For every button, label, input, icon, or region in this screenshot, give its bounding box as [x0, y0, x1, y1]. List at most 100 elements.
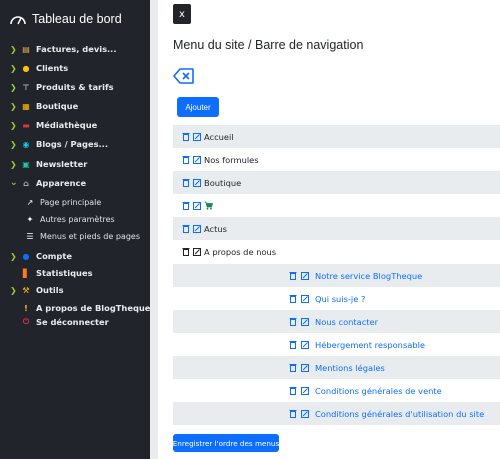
- chevron-right-icon: ❯: [10, 251, 17, 261]
- backspace-icon[interactable]: [173, 67, 195, 85]
- sidebar-item-label: Blogs / Pages...: [36, 139, 108, 149]
- submenu-item-link[interactable]: Nous contacter: [315, 317, 378, 327]
- sidebar-scrollbar[interactable]: [150, 0, 158, 459]
- trash-icon[interactable]: [289, 386, 297, 395]
- edit-icon[interactable]: [301, 409, 309, 418]
- submenu-item-link[interactable]: Conditions générales d'utilisation du si…: [315, 409, 484, 419]
- sidebar-item-label: Apparence: [36, 178, 87, 188]
- save-order-button[interactable]: Enregistrer l'ordre des menus: [173, 434, 279, 452]
- account-icon: ●: [22, 251, 30, 261]
- edit-icon[interactable]: [301, 340, 309, 349]
- edit-icon[interactable]: [193, 224, 201, 233]
- trash-icon[interactable]: [182, 155, 190, 164]
- menu-row: Accueil: [173, 125, 500, 148]
- edit-icon[interactable]: [301, 386, 309, 395]
- submenu-row: Conditions générales de vente: [173, 379, 500, 402]
- trash-icon[interactable]: [182, 201, 190, 210]
- dashboard-icon: [10, 16, 26, 25]
- stats-icon: ▋: [22, 268, 30, 278]
- chevron-right-icon: ❯: [10, 285, 17, 295]
- close-button[interactable]: x: [173, 4, 191, 24]
- edit-icon[interactable]: [301, 317, 309, 326]
- sidebar-item-label: Médiathèque: [36, 120, 98, 130]
- sidebar-subitem-label: Autres paramètres: [40, 214, 115, 224]
- menu-row: Actus: [173, 217, 500, 240]
- trash-icon[interactable]: [289, 409, 297, 418]
- menu-row: Boutique: [173, 171, 500, 194]
- edit-icon[interactable]: [193, 155, 201, 164]
- sidebar-item-newsletter[interactable]: ❯ ▣ Newsletter: [10, 157, 87, 171]
- home-icon: ⌂: [23, 178, 29, 188]
- submenu-item-link[interactable]: Notre service BlogTheque: [315, 271, 422, 281]
- sidebar-subitem-autres-parametres[interactable]: ✦ Autres paramètres: [24, 212, 115, 226]
- trash-icon[interactable]: [182, 224, 190, 233]
- sidebar-subitem-page-principale[interactable]: ↗ Page principale: [24, 195, 102, 209]
- sidebar-item-label: Factures, devis...: [36, 44, 117, 54]
- invoice-icon: ▤: [22, 44, 30, 54]
- trash-icon[interactable]: [289, 340, 297, 349]
- menu-item-label: Nos formules: [204, 154, 259, 165]
- chevron-right-icon: ❯: [10, 82, 17, 92]
- trash-icon[interactable]: [289, 317, 297, 326]
- sidebar-subitem-menus[interactable]: ☰ Menus et pieds de pages: [24, 229, 140, 243]
- sidebar: Tableau de bord ❯ ▤ Factures, devis... ❯…: [0, 0, 150, 459]
- menu-item-label: A propos de nous: [204, 246, 277, 257]
- tools-icon: ⚒: [22, 285, 30, 295]
- trash-icon[interactable]: [289, 363, 297, 372]
- sidebar-item-clients[interactable]: ❯ ● Clients: [10, 61, 68, 75]
- page-title: Menu du site / Barre de navigation: [173, 38, 364, 52]
- sidebar-item-outils[interactable]: ❯ ⚒ Outils: [10, 283, 64, 297]
- info-icon: !: [24, 303, 28, 313]
- chevron-right-icon: ❯: [10, 63, 17, 73]
- edit-icon[interactable]: [301, 271, 309, 280]
- power-icon: ⏻: [22, 317, 30, 326]
- edit-icon[interactable]: [193, 247, 201, 256]
- submenu-row: Qui suis-je ?: [173, 287, 500, 310]
- submenu-item-link[interactable]: Qui suis-je ?: [315, 294, 365, 304]
- pointer-icon: ↗: [26, 197, 34, 207]
- newsletter-icon: ▣: [22, 159, 30, 169]
- sidebar-item-produits[interactable]: ❯ ⊤ Produits & tarifs: [10, 80, 114, 94]
- trash-icon[interactable]: [182, 132, 190, 141]
- edit-icon[interactable]: [193, 201, 201, 210]
- sidebar-item-label: Newsletter: [36, 159, 88, 169]
- edit-icon[interactable]: [193, 178, 201, 187]
- sidebar-item-label: Clients: [36, 63, 69, 73]
- sidebar-item-compte[interactable]: ❯ ● Compte: [10, 249, 72, 263]
- trash-icon[interactable]: [182, 247, 190, 256]
- chevron-right-icon: ❯: [10, 120, 17, 130]
- menu-item-label: Boutique: [204, 177, 242, 188]
- sidebar-item-label: A propos de BlogTheque: [36, 303, 151, 313]
- sidebar-subitem-label: Page principale: [40, 197, 102, 207]
- sidebar-item-factures[interactable]: ❯ ▤ Factures, devis...: [10, 42, 116, 56]
- sidebar-item-blogs[interactable]: ❯ ◉ Blogs / Pages...: [10, 137, 108, 151]
- sidebar-item-apropos[interactable]: ! A propos de BlogTheque: [10, 301, 150, 315]
- submenu-row: Nous contacter: [173, 310, 500, 333]
- app-window: Tableau de bord ❯ ▤ Factures, devis... ❯…: [0, 0, 500, 459]
- sidebar-item-label: Se déconnecter: [36, 317, 109, 327]
- submenu-item-link[interactable]: Mentions légales: [315, 363, 385, 373]
- submenu-row: Hébergement responsable: [173, 333, 500, 356]
- menu-item-label: Accueil: [204, 131, 234, 142]
- chevron-down-icon: ⌄: [10, 178, 18, 188]
- edit-icon[interactable]: [301, 294, 309, 303]
- add-button[interactable]: Ajouter: [177, 97, 219, 117]
- sidebar-item-statistiques[interactable]: ▋ Statistiques: [10, 266, 93, 280]
- sidebar-item-apparence[interactable]: ⌄ ⌂ Apparence: [10, 176, 86, 190]
- trash-icon[interactable]: [182, 178, 190, 187]
- menu-row: Nos formules: [173, 148, 500, 171]
- chevron-right-icon: ❯: [10, 139, 17, 149]
- submenu-row: Conditions générales d'utilisation du si…: [173, 402, 500, 425]
- submenu-item-link[interactable]: Conditions générales de vente: [315, 386, 442, 396]
- sidebar-item-label: Outils: [36, 285, 64, 295]
- tag-icon: ⊤: [22, 82, 30, 92]
- submenu-item-link[interactable]: Hébergement responsable: [315, 340, 425, 350]
- edit-icon[interactable]: [193, 132, 201, 141]
- trash-icon[interactable]: [289, 271, 297, 280]
- brand[interactable]: Tableau de bord: [10, 9, 122, 29]
- sidebar-item-mediatheque[interactable]: ❯ ▬ Médiathèque: [10, 118, 97, 132]
- trash-icon[interactable]: [289, 294, 297, 303]
- sidebar-item-deconnecter[interactable]: ⏻ Se déconnecter: [10, 315, 109, 329]
- sidebar-item-boutique[interactable]: ❯ ▦ Boutique: [10, 99, 78, 113]
- edit-icon[interactable]: [301, 363, 309, 372]
